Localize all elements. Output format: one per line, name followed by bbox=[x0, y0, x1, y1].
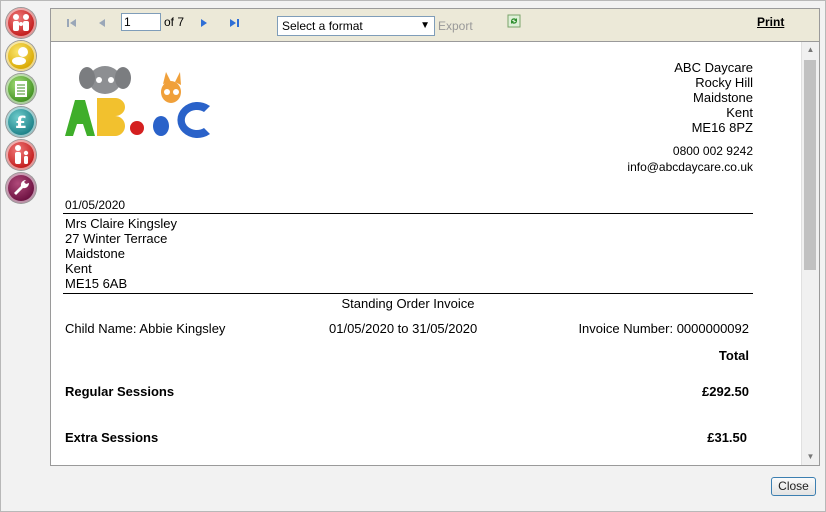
company-name: ABC Daycare bbox=[674, 60, 753, 75]
close-button[interactable]: Close bbox=[771, 477, 816, 496]
refresh-icon[interactable] bbox=[507, 14, 521, 28]
divider bbox=[63, 293, 753, 294]
report-toolbar: 1 of 7 Select a format ▼ Export Print bbox=[51, 9, 819, 42]
vertical-scrollbar[interactable]: ▲ ▼ bbox=[801, 42, 819, 465]
page-number-input[interactable]: 1 bbox=[121, 13, 161, 31]
dropdown-arrow-icon: ▼ bbox=[420, 20, 430, 31]
baby-icon[interactable] bbox=[6, 41, 36, 71]
company-postcode: ME16 8PZ bbox=[691, 120, 753, 135]
notepad-icon[interactable] bbox=[6, 74, 36, 104]
recipient-county: Kent bbox=[65, 261, 92, 276]
line-item-label: Regular Sessions bbox=[65, 384, 175, 399]
document-area: ABC Daycare Rocky Hill Maidstone Kent ME… bbox=[51, 42, 801, 465]
company-line2: Rocky Hill bbox=[695, 75, 753, 90]
print-link[interactable]: Print bbox=[757, 15, 784, 29]
company-town: Maidstone bbox=[693, 90, 753, 105]
child-name: Child Name: Abbie Kingsley bbox=[65, 321, 226, 336]
scrollbar-thumb[interactable] bbox=[804, 60, 816, 270]
line-item-label: Extra Sessions bbox=[65, 430, 159, 445]
previous-page-icon[interactable] bbox=[95, 16, 109, 30]
line-item-amount: £292.50 bbox=[702, 384, 749, 399]
report-viewer: 1 of 7 Select a format ▼ Export Print AB… bbox=[50, 8, 820, 466]
divider bbox=[63, 213, 753, 214]
recipient-street: 27 Winter Terrace bbox=[65, 231, 168, 246]
scroll-up-icon[interactable]: ▲ bbox=[802, 42, 819, 58]
page-count: of 7 bbox=[164, 15, 185, 29]
scroll-down-icon[interactable]: ▼ bbox=[802, 449, 819, 465]
export-link[interactable]: Export bbox=[438, 19, 473, 33]
company-address: ABC Daycare Rocky Hill Maidstone Kent ME… bbox=[674, 60, 753, 135]
company-contact: 0800 002 9242 info@abcdaycare.co.uk bbox=[627, 143, 753, 175]
company-phone: 0800 002 9242 bbox=[672, 144, 753, 158]
left-nav: £ bbox=[6, 8, 38, 206]
parent-child-icon[interactable] bbox=[6, 140, 36, 170]
family-icon[interactable] bbox=[6, 8, 36, 38]
invoice-number: Invoice Number: 0000000092 bbox=[578, 321, 749, 336]
invoice-date: 01/05/2020 bbox=[65, 198, 126, 212]
abc-logo-icon bbox=[65, 66, 210, 138]
format-select-value: Select a format bbox=[282, 19, 363, 33]
recipient-town: Maidstone bbox=[65, 246, 125, 261]
invoice-title: Standing Order Invoice bbox=[341, 296, 475, 311]
wrench-icon[interactable] bbox=[6, 173, 36, 203]
first-page-icon[interactable] bbox=[65, 16, 79, 30]
svg-text:£: £ bbox=[15, 113, 27, 133]
company-email: info@abcdaycare.co.uk bbox=[627, 160, 753, 174]
pound-icon[interactable]: £ bbox=[6, 107, 36, 137]
recipient-address: Mrs Claire Kingsley 27 Winter Terrace Ma… bbox=[65, 216, 177, 291]
last-page-icon[interactable] bbox=[227, 16, 241, 30]
line-item-amount: £31.50 bbox=[707, 430, 747, 445]
format-select[interactable]: Select a format ▼ bbox=[277, 16, 435, 36]
recipient-postcode: ME15 6AB bbox=[65, 276, 128, 291]
company-county: Kent bbox=[726, 105, 753, 120]
invoice-period: 01/05/2020 to 31/05/2020 bbox=[329, 321, 478, 336]
recipient-name: Mrs Claire Kingsley bbox=[65, 216, 177, 231]
total-column-header: Total bbox=[718, 348, 749, 363]
next-page-icon[interactable] bbox=[197, 16, 211, 30]
